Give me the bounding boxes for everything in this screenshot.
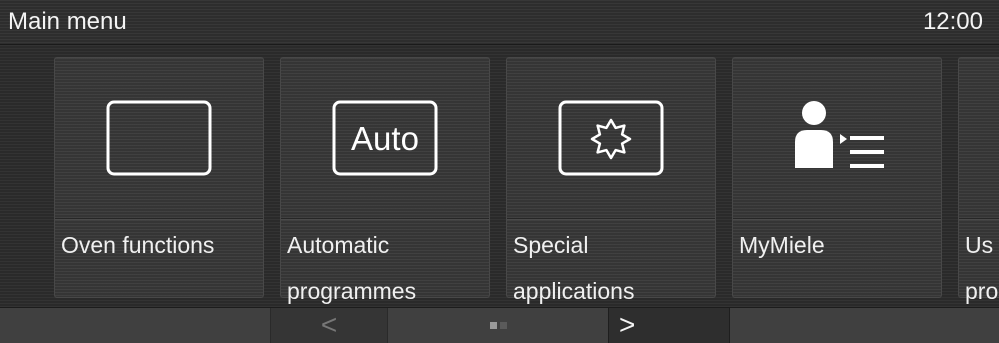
page-indicator — [388, 308, 608, 343]
tile-special-applications[interactable]: Special applications — [506, 57, 716, 304]
page-dot — [499, 322, 507, 329]
tile-label: Us pro — [965, 232, 999, 304]
clock: 12:00 — [922, 8, 983, 35]
auto-icon: Auto — [281, 58, 489, 218]
special-applications-icon — [507, 58, 715, 218]
page-title: Main menu — [8, 8, 127, 35]
tile-label: Oven functions — [61, 232, 215, 258]
previous-page-button[interactable]: < — [270, 308, 388, 343]
tile-divider — [733, 218, 941, 219]
tile-automatic-programmes[interactable]: Auto Automatic programmes — [280, 57, 490, 304]
footer-nav: < > — [0, 307, 999, 343]
tile-label: Automatic programmes — [287, 232, 417, 304]
footer-segment — [0, 308, 270, 343]
tile-divider — [507, 218, 715, 219]
next-page-button[interactable]: > — [608, 308, 730, 343]
page-dot-active — [489, 322, 497, 329]
tile-mymiele[interactable]: MyMiele — [732, 57, 942, 298]
menu-carousel: Oven functions Auto Automatic programmes… — [0, 45, 999, 307]
header-bar: Main menu 12:00 — [0, 0, 999, 45]
tile-icon-area — [959, 58, 999, 218]
footer-segment — [730, 308, 999, 343]
tile-user-programmes[interactable]: Us pro — [958, 57, 999, 304]
tile-divider — [281, 218, 489, 219]
mymiele-icon — [733, 58, 941, 218]
tile-label: MyMiele — [739, 232, 825, 258]
tile-divider — [55, 218, 263, 219]
tile-divider — [959, 218, 999, 219]
tile-label: Special applications — [513, 232, 635, 304]
oven-functions-icon — [55, 58, 263, 218]
svg-text:Auto: Auto — [351, 120, 419, 157]
tile-oven-functions[interactable]: Oven functions — [54, 57, 264, 298]
